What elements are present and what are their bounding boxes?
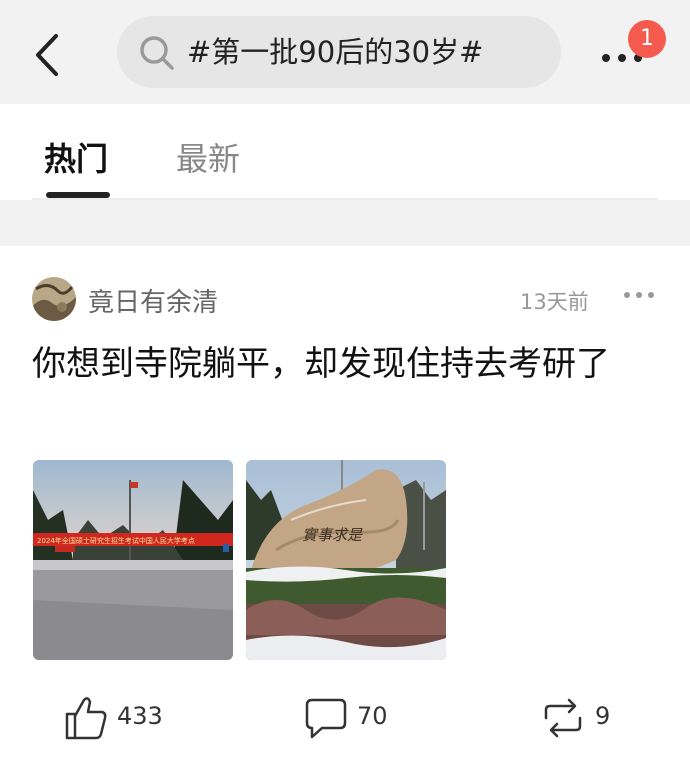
comment-icon: [305, 698, 347, 739]
comment-count: 70: [357, 702, 388, 730]
post-time: 13天前: [520, 290, 589, 314]
search-bar[interactable]: #第一批90后的30岁#: [117, 16, 561, 88]
like-count: 433: [117, 702, 163, 730]
section-separator: [0, 200, 690, 246]
author-name[interactable]: 竟日有余清: [88, 282, 218, 319]
more-icon: [602, 54, 642, 62]
like-button[interactable]: 433: [64, 694, 184, 742]
notification-badge: 1: [628, 20, 666, 58]
rock-inscription: 實事求是: [302, 526, 363, 544]
chevron-left-icon: [36, 34, 58, 76]
banner-text: 2024年全国硕士研究生招生考试中国人民大学考点: [37, 536, 195, 545]
tab-hot[interactable]: 热门: [44, 134, 108, 180]
avatar[interactable]: [32, 277, 76, 321]
search-icon: [140, 36, 174, 70]
comment-button[interactable]: 70: [304, 694, 404, 742]
repost-count: 9: [595, 702, 611, 730]
tab-latest[interactable]: 最新: [176, 134, 240, 180]
thumbs-up-icon: [65, 697, 107, 740]
feed-tabs: 热门 最新: [0, 104, 690, 200]
search-query-text: #第一批90后的30岁#: [187, 35, 484, 69]
post-photo-stone[interactable]: 實事求是: [246, 460, 446, 660]
post-text: 你想到寺院躺平，却发现住持去考研了: [32, 344, 610, 384]
post-more-icon[interactable]: [624, 292, 654, 298]
repost-icon: [544, 698, 582, 738]
repost-button[interactable]: 9: [540, 694, 630, 742]
post-card: 竟日有余清 13天前 你想到寺院躺平，却发现住持去考研了 2024年全国硕士研究…: [0, 246, 690, 763]
back-button[interactable]: [28, 30, 72, 80]
top-bar: #第一批90后的30岁# 1: [0, 0, 690, 104]
post-photo-campus[interactable]: 2024年全国硕士研究生招生考试中国人民大学考点: [33, 460, 233, 660]
